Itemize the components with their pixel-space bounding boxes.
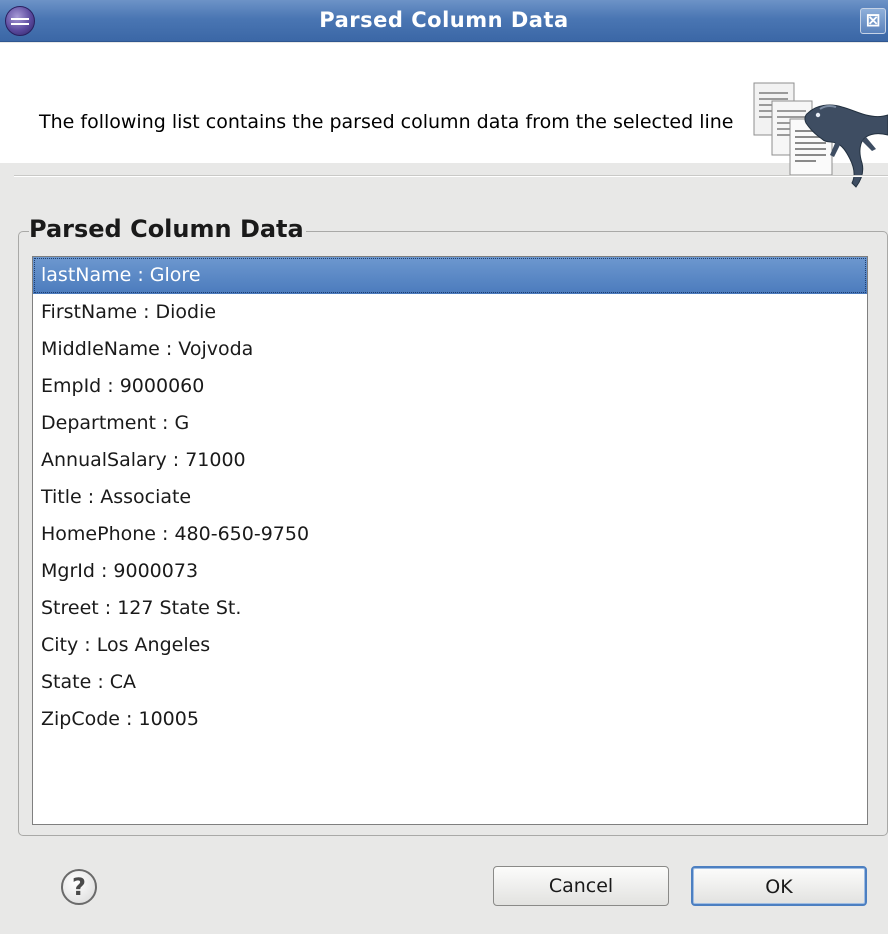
cancel-button[interactable]: Cancel [493,866,669,906]
list-item[interactable]: MgrId : 9000073 [33,553,867,590]
list-item[interactable]: FirstName : Diodie [33,294,867,331]
title-bar[interactable]: Parsed Column Data ⊠ [0,0,888,42]
dialog-header: The following list contains the parsed c… [0,43,888,188]
close-button[interactable]: ⊠ [860,8,886,34]
list-item[interactable]: lastName : Glore [33,257,867,294]
list-item[interactable]: Title : Associate [33,479,867,516]
list-item[interactable]: ZipCode : 10005 [33,701,867,738]
documents-with-lizard-icon [753,82,888,188]
list-item[interactable]: City : Los Angeles [33,627,867,664]
list-item[interactable]: MiddleName : Vojvoda [33,331,867,368]
group-title: Parsed Column Data [29,215,306,243]
header-message: The following list contains the parsed c… [39,111,734,133]
list-item[interactable]: HomePhone : 480-650-9750 [33,516,867,553]
window-title: Parsed Column Data [319,8,569,32]
list-item[interactable]: Department : G [33,405,867,442]
parsed-column-list[interactable]: lastName : Glore FirstName : Diodie Midd… [32,256,868,825]
list-item[interactable]: State : CA [33,664,867,701]
help-button[interactable]: ? [61,869,97,905]
ok-button[interactable]: OK [691,866,867,906]
list-item[interactable]: Street : 127 State St. [33,590,867,627]
header-separator [14,175,888,177]
list-item[interactable]: AnnualSalary : 71000 [33,442,867,479]
list-item[interactable]: EmpId : 9000060 [33,368,867,405]
